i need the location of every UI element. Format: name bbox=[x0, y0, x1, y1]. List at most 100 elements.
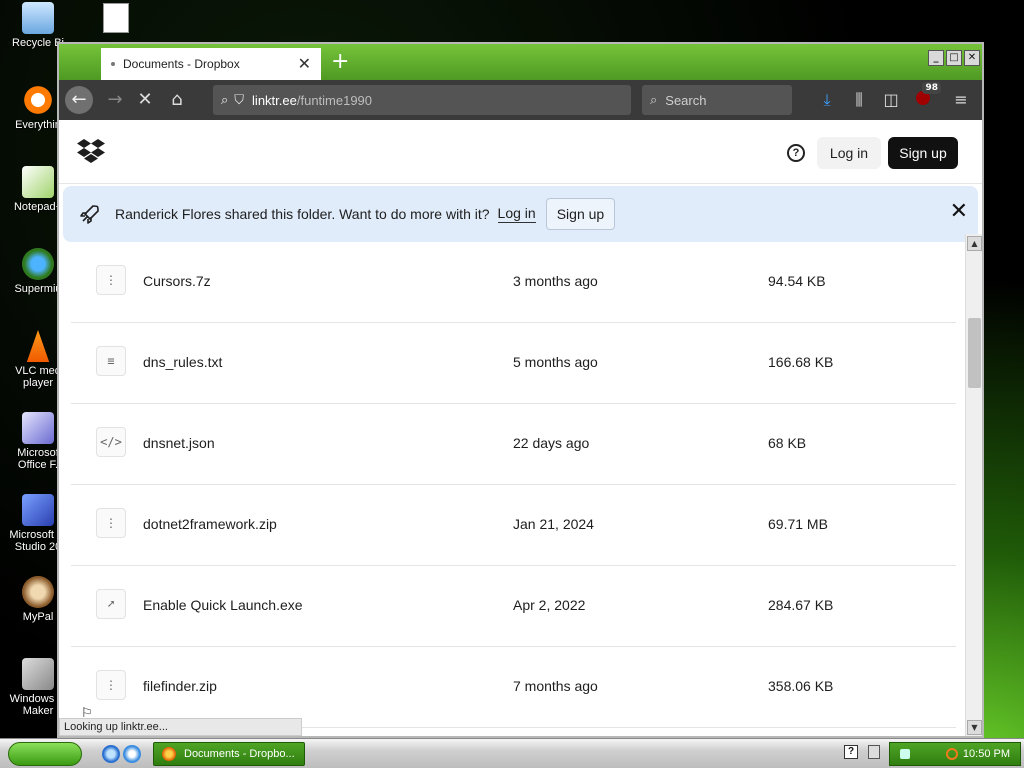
file-modified: Jan 21, 2024 bbox=[513, 516, 594, 532]
vlc-cone-icon bbox=[26, 330, 50, 362]
file-row[interactable]: ⋮ dotnet2framework.zip Jan 21, 2024 69.7… bbox=[71, 485, 956, 566]
back-arrow-icon[interactable]: ← bbox=[65, 86, 93, 114]
mypal-icon bbox=[22, 576, 54, 608]
file-size: 94.54 KB bbox=[768, 273, 826, 289]
help-icon[interactable]: ? bbox=[787, 144, 805, 162]
shared-folder-banner: Randerick Flores shared this folder. Wan… bbox=[63, 186, 978, 242]
file-modified: 22 days ago bbox=[513, 435, 590, 451]
file-row[interactable]: ⋮ Cursors.7z 3 months ago 94.54 KB bbox=[71, 242, 956, 323]
file-size: 284.67 KB bbox=[768, 597, 834, 613]
file-size: 69.71 MB bbox=[768, 516, 828, 532]
desktop-document-icon[interactable] bbox=[103, 3, 129, 33]
everything-icon bbox=[22, 84, 54, 116]
office-icon bbox=[22, 412, 54, 444]
code-file-icon: </> bbox=[96, 427, 126, 457]
executable-icon: ➚ bbox=[96, 589, 126, 619]
menu-icon[interactable]: ≡ bbox=[949, 88, 973, 112]
clock[interactable]: 10:50 PM bbox=[963, 748, 1010, 760]
window-controls: _ □ ✕ bbox=[928, 50, 980, 66]
supermium-icon bbox=[22, 248, 54, 280]
tab-loading-icon bbox=[111, 62, 115, 66]
file-modified: 5 months ago bbox=[513, 354, 598, 370]
address-bar[interactable]: ⌕ ⛉ linktr.ee/funtime1990 bbox=[213, 85, 631, 115]
zip-icon: ⋮ bbox=[96, 265, 126, 295]
internet-explorer-icon[interactable] bbox=[102, 745, 120, 763]
scrollbar-thumb[interactable] bbox=[968, 318, 981, 388]
search-placeholder: Search bbox=[665, 92, 707, 108]
file-size: 358.06 KB bbox=[768, 678, 834, 694]
banner-login-link[interactable]: Log in bbox=[497, 205, 536, 223]
tab-title: Documents - Dropbox bbox=[123, 57, 240, 71]
status-bar: Looking up linktr.ee... bbox=[59, 718, 302, 736]
scroll-up-arrow-icon[interactable]: ▲ bbox=[967, 236, 982, 251]
banner-signup-button[interactable]: Sign up bbox=[545, 198, 616, 230]
taskbar-firefox-icon bbox=[162, 747, 176, 761]
zip-icon: ⋮ bbox=[96, 508, 126, 538]
home-icon[interactable]: ⌂ bbox=[163, 86, 191, 114]
minimize-icon[interactable]: _ bbox=[928, 50, 944, 66]
page-content: ? Log in Sign up Randerick Flores shared… bbox=[59, 120, 982, 736]
file-row[interactable]: ➚ Enable Quick Launch.exe Apr 2, 2022 28… bbox=[71, 566, 956, 647]
dropbox-logo-icon[interactable] bbox=[77, 138, 105, 164]
file-size: 68 KB bbox=[768, 435, 807, 451]
tray-icon-volume[interactable] bbox=[900, 749, 910, 759]
recycle-bin-icon bbox=[22, 2, 54, 34]
file-list: ⋮ Cursors.7z 3 months ago 94.54 KB ≡ dns… bbox=[59, 242, 961, 730]
start-button[interactable] bbox=[8, 742, 82, 766]
new-tab-icon[interactable]: + bbox=[331, 51, 349, 73]
browser-quicklaunch-icon[interactable] bbox=[123, 745, 141, 763]
visual-studio-icon bbox=[22, 494, 54, 526]
shield-icon[interactable]: ⛉ bbox=[234, 92, 244, 108]
maximize-icon[interactable]: □ bbox=[946, 50, 962, 66]
file-name[interactable]: Enable Quick Launch.exe bbox=[143, 597, 303, 613]
stop-loading-icon[interactable]: ✕ bbox=[131, 86, 159, 114]
network-tray-icon[interactable] bbox=[868, 745, 880, 759]
notepad-plus-icon bbox=[22, 166, 54, 198]
file-row[interactable]: ≡ dns_rules.txt 5 months ago 166.68 KB bbox=[71, 323, 956, 404]
movie-maker-icon bbox=[22, 658, 54, 690]
download-icon[interactable]: ⤓ bbox=[815, 88, 839, 112]
help-tray-icon[interactable]: ? bbox=[844, 745, 858, 759]
text-file-icon: ≡ bbox=[96, 346, 126, 376]
rocket-icon bbox=[80, 205, 99, 224]
ublock-extension-icon[interactable]: 98 bbox=[911, 82, 941, 112]
login-button[interactable]: Log in bbox=[817, 137, 881, 169]
file-modified: 7 months ago bbox=[513, 678, 598, 694]
file-name[interactable]: dnsnet.json bbox=[143, 435, 215, 451]
banner-message: Randerick Flores shared this folder. Wan… bbox=[115, 206, 490, 222]
banner-close-icon[interactable]: ✕ bbox=[950, 200, 968, 222]
extension-badge-count: 98 bbox=[922, 82, 941, 94]
title-bar: Documents - Dropbox ✕ + _ □ ✕ bbox=[59, 44, 982, 80]
tray-icon-search[interactable] bbox=[946, 748, 958, 760]
file-row[interactable]: ⋮ filefinder.zip 7 months ago 358.06 KB bbox=[71, 647, 956, 728]
search-icon: ⌕ bbox=[650, 92, 658, 107]
taskbar: Documents - Dropbo... ? 10:50 PM bbox=[0, 738, 1024, 768]
tab-close-icon[interactable]: ✕ bbox=[298, 54, 311, 74]
search-box[interactable]: ⌕ Search bbox=[642, 85, 792, 115]
navigation-toolbar: ← → ✕ ⌂ ⌕ ⛉ linktr.ee/funtime1990 ⌕ Sear… bbox=[59, 80, 982, 120]
sidebar-icon[interactable]: ◫ bbox=[879, 88, 903, 112]
window-close-icon[interactable]: ✕ bbox=[964, 50, 980, 66]
file-name[interactable]: dotnet2framework.zip bbox=[143, 516, 277, 532]
file-modified: Apr 2, 2022 bbox=[513, 597, 586, 613]
file-name[interactable]: filefinder.zip bbox=[143, 678, 217, 694]
zip-icon: ⋮ bbox=[96, 670, 126, 700]
file-modified: 3 months ago bbox=[513, 273, 598, 289]
file-row[interactable]: </> dnsnet.json 22 days ago 68 KB bbox=[71, 404, 956, 485]
browser-window: Documents - Dropbox ✕ + _ □ ✕ ← → ✕ ⌂ ⌕ … bbox=[57, 42, 984, 738]
library-icon[interactable]: ⫼ bbox=[847, 88, 871, 112]
scroll-down-arrow-icon[interactable]: ▼ bbox=[967, 720, 982, 735]
search-icon: ⌕ bbox=[221, 92, 229, 107]
url-host: linktr.ee bbox=[252, 92, 297, 108]
file-name[interactable]: Cursors.7z bbox=[143, 273, 211, 289]
forward-arrow-icon[interactable]: → bbox=[101, 86, 129, 114]
tab-documents-dropbox[interactable]: Documents - Dropbox ✕ bbox=[101, 48, 321, 80]
file-name[interactable]: dns_rules.txt bbox=[143, 354, 222, 370]
file-size: 166.68 KB bbox=[768, 354, 834, 370]
taskbar-item-documents-dropbox[interactable]: Documents - Dropbo... bbox=[153, 742, 305, 766]
vertical-scrollbar[interactable]: ▲ ▼ bbox=[965, 234, 982, 736]
dropbox-header: ? Log in Sign up bbox=[59, 120, 982, 184]
url-path: /funtime1990 bbox=[296, 92, 373, 108]
signup-button[interactable]: Sign up bbox=[888, 137, 958, 169]
system-tray: 10:50 PM bbox=[889, 742, 1021, 766]
